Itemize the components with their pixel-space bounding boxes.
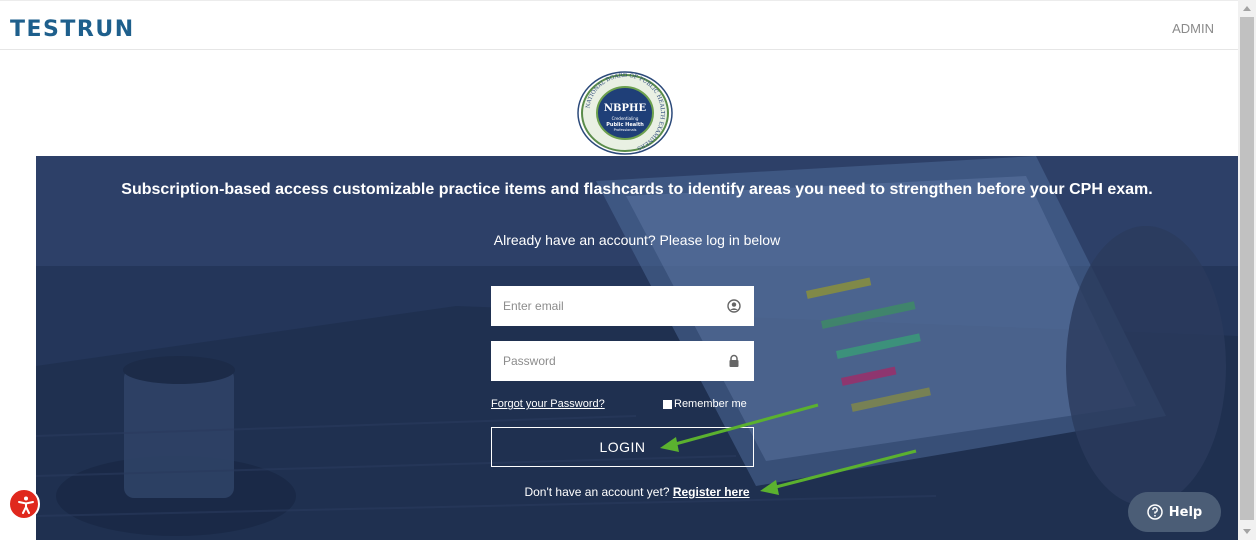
email-field-wrapper <box>491 286 754 326</box>
seal-main-text: NBPHE <box>604 103 647 114</box>
accessibility-person-icon <box>18 496 34 514</box>
remember-me-option[interactable]: Remember me <box>663 398 747 410</box>
password-input[interactable] <box>491 341 754 381</box>
scroll-up-arrow[interactable] <box>1243 6 1251 11</box>
help-button[interactable]: Help <box>1128 492 1221 532</box>
hero-subline: Already have an account? Please log in b… <box>493 232 781 248</box>
user-icon <box>727 299 741 313</box>
forgot-password-link[interactable]: Forgot your Password? <box>491 398 605 410</box>
scroll-down-arrow[interactable] <box>1243 529 1251 534</box>
page-scrollbar[interactable] <box>1238 0 1256 540</box>
email-input[interactable] <box>491 286 754 326</box>
password-field-wrapper <box>491 341 754 381</box>
register-prompt: Don't have an account yet? Register here <box>36 485 1238 499</box>
login-button[interactable]: LOGIN <box>491 427 754 467</box>
scroll-thumb[interactable] <box>1240 17 1254 520</box>
help-label: Help <box>1168 504 1203 520</box>
hero-login-panel: Subscription-based access customizable p… <box>36 156 1238 540</box>
seal-sub-3: Professionals <box>614 128 637 132</box>
admin-link[interactable]: ADMIN <box>1172 21 1214 36</box>
top-navbar: TESTRUN ADMIN <box>0 0 1238 50</box>
lock-icon <box>729 354 739 367</box>
brand-logo[interactable]: TESTRUN <box>10 17 135 42</box>
register-prompt-text: Don't have an account yet? <box>524 485 670 499</box>
hero-headline: Subscription-based access customizable p… <box>121 181 1153 198</box>
remember-me-checkbox[interactable] <box>663 399 672 409</box>
question-circle-icon <box>1147 504 1163 520</box>
remember-me-label: Remember me <box>674 398 747 410</box>
seal-sub-1: Credentialing <box>612 116 639 121</box>
nbphe-seal-logo: NBPHE Credentialing Public Health Profes… <box>577 71 673 155</box>
register-link[interactable]: Register here <box>673 485 750 499</box>
logo-section: NBPHE Credentialing Public Health Profes… <box>0 51 1238 156</box>
accessibility-button[interactable] <box>8 488 40 520</box>
